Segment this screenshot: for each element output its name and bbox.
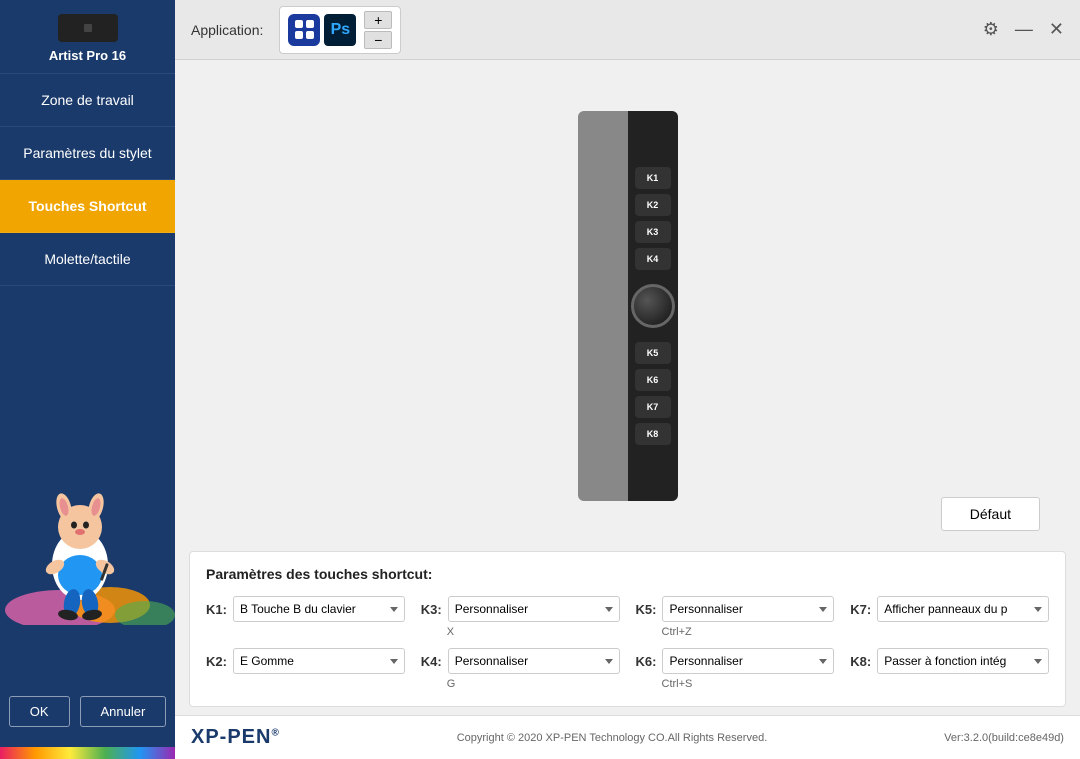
key-sub-k3: X: [421, 626, 620, 638]
device-visual-area: K1 K2 K3 K4 K5 K6 K7 K8 Défaut: [175, 60, 1080, 551]
key-sub-k4: G: [421, 678, 620, 690]
key-select-k5[interactable]: Personnaliser: [662, 596, 834, 622]
key-label-k5: K5:: [636, 602, 657, 617]
app-add-remove-buttons: + −: [364, 11, 392, 49]
key-row-k7: K7: Afficher panneaux du p: [850, 596, 1049, 638]
key-row-k2: K2: E Gomme: [206, 648, 405, 690]
key-k1[interactable]: K1: [635, 167, 671, 189]
add-app-button[interactable]: +: [364, 11, 392, 29]
key-k5[interactable]: K5: [635, 342, 671, 364]
mascot-image: [0, 455, 175, 625]
key-k7[interactable]: K7: [635, 396, 671, 418]
key-row-k8: K8: Passer à fonction intég: [850, 648, 1049, 690]
sidebar-item-molette-tactile[interactable]: Molette/tactile: [0, 233, 175, 286]
key-k3[interactable]: K3: [635, 221, 671, 243]
cancel-button[interactable]: Annuler: [80, 696, 167, 727]
defaut-button-container: Défaut: [941, 497, 1040, 531]
key-label-k2: K2:: [206, 654, 227, 669]
sidebar-header: Artist Pro 16: [0, 0, 175, 74]
key-label-k8: K8:: [850, 654, 871, 669]
key-select-k3[interactable]: Personnaliser: [448, 596, 620, 622]
sidebar-item-zone-travail[interactable]: Zone de travail: [0, 74, 175, 127]
shortcut-settings-panel: Paramètres des touches shortcut: K1: B T…: [189, 551, 1066, 707]
sidebar-item-touches-shortcut[interactable]: Touches Shortcut: [0, 180, 175, 233]
version-text: Ver:3.2.0(build:ce8e49d): [944, 732, 1064, 744]
key-label-k4: K4:: [421, 654, 442, 669]
key-sub-k5: Ctrl+Z: [636, 626, 835, 638]
key-sub-k6: Ctrl+S: [636, 678, 835, 690]
copyright-text: Copyright © 2020 XP-PEN Technology CO.Al…: [457, 732, 768, 744]
device-name: Artist Pro 16: [49, 48, 126, 63]
close-icon[interactable]: ✕: [1049, 19, 1064, 40]
minimize-icon[interactable]: —: [1015, 19, 1033, 40]
key-row-k3: K3: Personnaliser X: [421, 596, 620, 638]
settings-icon[interactable]: ⚙: [983, 19, 999, 40]
key-select-k6[interactable]: Personnaliser: [662, 648, 834, 674]
sidebar-nav: Zone de travail Paramètres du stylet Tou…: [0, 74, 175, 377]
sidebar: Artist Pro 16 Zone de travail Paramètres…: [0, 0, 175, 759]
dial-wheel[interactable]: [631, 284, 675, 328]
main-content: Application: Ps + −: [175, 0, 1080, 759]
key-row-k1: K1: B Touche B du clavier: [206, 596, 405, 638]
sidebar-actions: OK Annuler: [0, 680, 175, 747]
keys-grid: K1: B Touche B du clavier K3: Personnali…: [206, 596, 1049, 690]
bottom-keys: K5 K6 K7 K8: [635, 342, 671, 445]
ok-button[interactable]: OK: [9, 696, 70, 727]
key-k8[interactable]: K8: [635, 423, 671, 445]
key-label-k1: K1:: [206, 602, 227, 617]
app-icons-container: Ps + −: [279, 6, 401, 54]
key-row-k4: K4: Personnaliser G: [421, 648, 620, 690]
key-row-k5: K5: Personnaliser Ctrl+Z: [636, 596, 835, 638]
footer: XP-PEN® Copyright © 2020 XP-PEN Technolo…: [175, 715, 1080, 759]
key-k6[interactable]: K6: [635, 369, 671, 391]
device-icon: [58, 14, 118, 42]
panel-title: Paramètres des touches shortcut:: [206, 566, 1049, 582]
sidebar-item-parametres-stylet[interactable]: Paramètres du stylet: [0, 127, 175, 180]
key-label-k7: K7:: [850, 602, 871, 617]
key-row-k6: K6: Personnaliser Ctrl+S: [636, 648, 835, 690]
key-select-k8[interactable]: Passer à fonction intég: [877, 648, 1049, 674]
device-right-panel: K1 K2 K3 K4 K5 K6 K7 K8: [628, 111, 678, 501]
xp-dots-icon: [295, 20, 314, 39]
photoshop-app-icon[interactable]: Ps: [324, 14, 356, 46]
defaut-button[interactable]: Défaut: [941, 497, 1040, 531]
content-area: K1 K2 K3 K4 K5 K6 K7 K8 Défaut: [175, 60, 1080, 759]
device-diagram: K1 K2 K3 K4 K5 K6 K7 K8: [578, 111, 678, 501]
key-select-k7[interactable]: Afficher panneaux du p: [877, 596, 1049, 622]
key-label-k6: K6:: [636, 654, 657, 669]
topbar-left: Application: Ps + −: [191, 6, 401, 54]
top-keys: K1 K2 K3 K4: [635, 167, 671, 270]
topbar: Application: Ps + −: [175, 0, 1080, 60]
remove-app-button[interactable]: −: [364, 31, 392, 49]
xp-pen-app-icon[interactable]: [288, 14, 320, 46]
key-select-k1[interactable]: B Touche B du clavier: [233, 596, 405, 622]
brand-logo: XP-PEN®: [191, 726, 280, 749]
key-select-k2[interactable]: E Gomme: [233, 648, 405, 674]
device-left-panel: [578, 111, 628, 501]
application-label: Application:: [191, 22, 263, 38]
key-label-k3: K3:: [421, 602, 442, 617]
key-k2[interactable]: K2: [635, 194, 671, 216]
key-select-k4[interactable]: Personnaliser: [448, 648, 620, 674]
color-strip: [0, 747, 175, 759]
topbar-right: ⚙ — ✕: [983, 19, 1064, 40]
key-k4[interactable]: K4: [635, 248, 671, 270]
